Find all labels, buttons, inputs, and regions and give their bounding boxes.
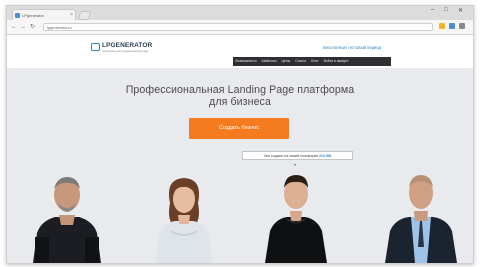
- speech-bubble-icon: [91, 43, 100, 51]
- person-photo-3: [265, 175, 327, 263]
- web-page: LPGENERATOR платформа для создания landi…: [7, 35, 473, 263]
- favicon-icon: [15, 13, 20, 18]
- hero-title-line1: Профессиональная Landing Page платформа: [125, 84, 355, 96]
- logo-tagline: платформа для создания landing page: [102, 50, 149, 53]
- tab-strip: LPgenerator × – □ ✕: [7, 6, 473, 20]
- nav-item-blog[interactable]: Блог: [309, 57, 321, 66]
- arrow-right-icon[interactable]: →: [20, 23, 26, 31]
- maximize-icon[interactable]: □: [444, 7, 448, 13]
- stats-badge-text: Уже создано на нашей платформе: [263, 154, 320, 158]
- menu-icon[interactable]: [459, 23, 465, 29]
- hero-title-line2: для бизнеса: [209, 96, 271, 108]
- browser-tab[interactable]: LPgenerator ×: [12, 9, 76, 20]
- header-link[interactable]: Бесплатный тестовый период: [323, 45, 381, 50]
- nav-item-prices[interactable]: Цены: [279, 57, 293, 66]
- logo-text: LPGENERATOR: [102, 42, 153, 49]
- nav-item-templates[interactable]: Шаблоны: [259, 57, 279, 66]
- nav-item-login[interactable]: Войти в аккаунт: [321, 57, 351, 66]
- main-nav: Возможности Шаблоны Цены Статьи Блог Вой…: [233, 57, 391, 66]
- browser-toolbar: ← → ↻ lpgenerator.ru: [7, 20, 473, 35]
- site-logo[interactable]: LPGENERATOR платформа для создания landi…: [91, 42, 153, 54]
- site-header: LPGENERATOR платформа для создания landi…: [7, 35, 473, 68]
- new-tab-button[interactable]: [77, 11, 92, 20]
- chevron-down-icon: ▾: [294, 162, 297, 167]
- minimize-icon[interactable]: –: [431, 7, 434, 13]
- stats-badge: Уже создано на нашей платформе 213 000: [242, 151, 353, 160]
- person-photo-2: [155, 178, 213, 263]
- bookmark-star-icon[interactable]: [439, 23, 445, 29]
- reload-icon[interactable]: ↻: [30, 23, 35, 31]
- browser-window: LPgenerator × – □ ✕ ← → ↻ lpgenerator.ru…: [6, 5, 474, 264]
- person-photo-4: [385, 175, 457, 263]
- tab-title: LPgenerator: [22, 13, 45, 18]
- hero-title: Профессиональная Landing Page платформа …: [7, 84, 473, 108]
- nav-item-features[interactable]: Возможности: [233, 57, 259, 66]
- close-window-icon[interactable]: ✕: [458, 7, 463, 14]
- address-bar[interactable]: lpgenerator.ru: [43, 23, 433, 31]
- stats-badge-count: 213 000: [319, 154, 332, 158]
- extension-icon[interactable]: [449, 23, 455, 29]
- tab-close-icon[interactable]: ×: [70, 10, 73, 20]
- person-photo-1: [33, 177, 101, 263]
- create-business-button[interactable]: Создать бизнес: [189, 118, 289, 139]
- arrow-left-icon[interactable]: ←: [11, 23, 17, 31]
- nav-item-articles[interactable]: Статьи: [293, 57, 309, 66]
